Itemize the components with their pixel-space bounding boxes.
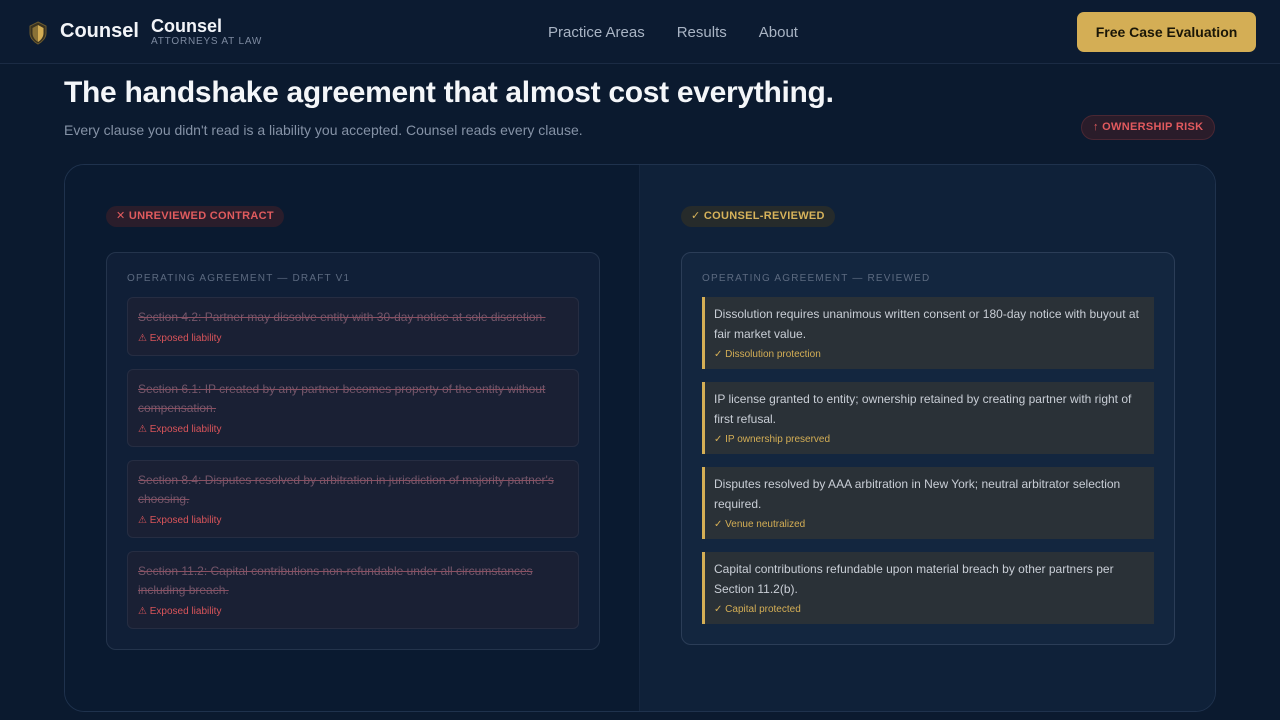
draft-document: OPERATING AGREEMENT — DRAFT V1 Section 4… (106, 252, 600, 650)
protection-flag: ✓ Dissolution protection (714, 349, 821, 360)
protection-flag: ✓ Venue neutralized (714, 519, 806, 530)
free-case-evaluation-button[interactable]: Free Case Evaluation (1077, 12, 1256, 52)
ownership-risk-badge: ↑ OWNERSHIP RISK (1081, 115, 1216, 140)
exposed-liability-flag: ⚠ Exposed liability (138, 423, 222, 435)
nav-link-about[interactable]: About (759, 24, 798, 41)
unreviewed-panel: ✕ UNREVIEWED CONTRACT OPERATING AGREEMEN… (65, 165, 640, 711)
protection-flag: ✓ IP ownership preserved (714, 434, 831, 445)
exposed-liability-flag: ⚠ Exposed liability (138, 514, 222, 526)
protection-flag: ✓ Capital protected (714, 604, 801, 615)
nav-link-results[interactable]: Results (677, 24, 727, 41)
contract-comparison: ✕ UNREVIEWED CONTRACT OPERATING AGREEMEN… (64, 164, 1216, 712)
exposed-liability-flag: ⚠ Exposed liability (138, 605, 222, 617)
reviewed-badge: ✓ COUNSEL-REVIEWED (681, 206, 835, 227)
top-nav: Counsel Counsel ATTORNEYS AT LAW Practic… (0, 0, 1280, 64)
reviewed-panel: ✓ COUNSEL-REVIEWED OPERATING AGREEMENT —… (640, 165, 1215, 711)
clause-text: Section 8.4: Disputes resolved by arbitr… (138, 472, 554, 507)
clause-text: Section 4.2: Partner may dissolve entity… (138, 310, 546, 324)
brand-subtitle: ATTORNEYS AT LAW (151, 36, 263, 47)
exposed-liability-flag: ⚠ Exposed liability (138, 332, 222, 344)
unreviewed-clause: Section 11.2: Capital contributions non-… (127, 550, 579, 629)
page-title: The handshake agreement that almost cost… (64, 76, 834, 109)
brand-title: Counsel (151, 16, 223, 36)
page-subtitle: Every clause you didn't read is a liabil… (64, 122, 583, 138)
clause-text: Dissolution requires unanimous written c… (714, 307, 1139, 341)
clause-text: Section 11.2: Capital contributions non-… (138, 563, 533, 598)
clause-text: Capital contributions refundable upon ma… (714, 562, 1114, 596)
reviewed-document-label: OPERATING AGREEMENT — REVIEWED (702, 273, 931, 284)
reviewed-clause: Dissolution requires unanimous written c… (702, 297, 1154, 369)
clause-text: Section 6.1: IP created by any partner b… (138, 381, 546, 416)
nav-links: Practice Areas Results About (548, 24, 798, 41)
reviewed-clause: Disputes resolved by AAA arbitration in … (702, 467, 1154, 539)
reviewed-document: OPERATING AGREEMENT — REVIEWED Dissoluti… (681, 252, 1175, 645)
shield-logo-icon[interactable] (28, 21, 48, 45)
nav-link-practice-areas[interactable]: Practice Areas (548, 24, 645, 41)
brand-name[interactable]: Counsel (60, 20, 139, 43)
reviewed-clause: Capital contributions refundable upon ma… (702, 552, 1154, 624)
clause-text: Disputes resolved by AAA arbitration in … (714, 477, 1121, 511)
unreviewed-badge: ✕ UNREVIEWED CONTRACT (106, 206, 284, 227)
clause-text: IP license granted to entity; ownership … (714, 392, 1132, 426)
reviewed-clause: IP license granted to entity; ownership … (702, 382, 1154, 454)
unreviewed-clause: Section 8.4: Disputes resolved by arbitr… (127, 459, 579, 538)
draft-document-label: OPERATING AGREEMENT — DRAFT V1 (127, 273, 351, 284)
unreviewed-clause: Section 6.1: IP created by any partner b… (127, 368, 579, 447)
unreviewed-clause: Section 4.2: Partner may dissolve entity… (127, 297, 579, 356)
